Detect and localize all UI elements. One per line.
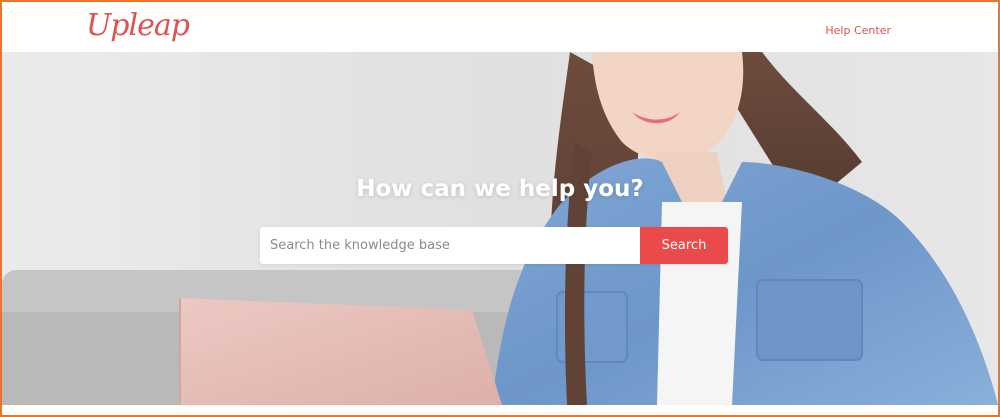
page-frame: Upleap Help Center How can we help you? … [0,0,1000,417]
hero-title: How can we help you? [356,176,644,202]
site-header: Upleap Help Center [2,2,998,52]
search-bar: Search [260,227,728,264]
search-input[interactable] [260,227,640,264]
hero-banner: How can we help you? Search [2,52,998,405]
upleap-logo[interactable]: Upleap [86,8,190,43]
help-center-link[interactable]: Help Center [825,24,891,37]
search-button[interactable]: Search [640,227,728,264]
page-bottom-strip [2,405,998,415]
